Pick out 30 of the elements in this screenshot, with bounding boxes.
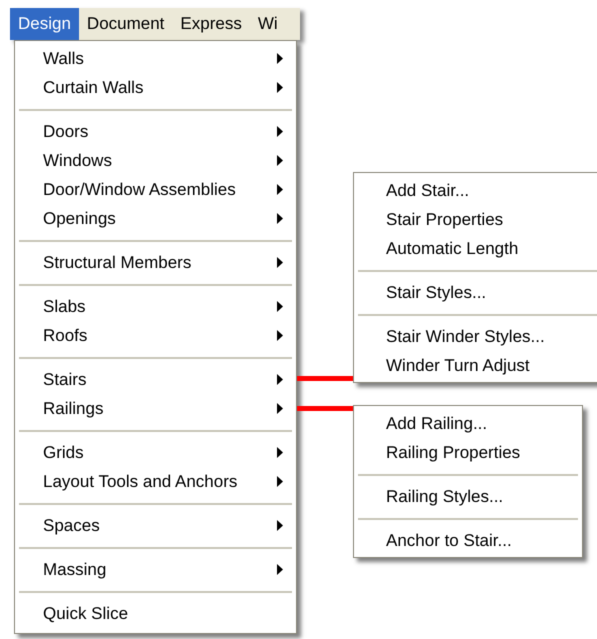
menu-item[interactable]: Stair Styles... <box>354 278 597 307</box>
menu-item[interactable]: Stairs <box>15 365 296 394</box>
menu-item[interactable]: Railing Styles... <box>354 482 582 511</box>
menu-item[interactable]: Walls <box>15 44 296 73</box>
menu-item[interactable]: Winder Turn Adjust <box>354 351 597 380</box>
menu-item[interactable]: Curtain Walls <box>15 73 296 102</box>
menu-item[interactable]: Anchor to Stair... <box>354 526 582 555</box>
menu-item[interactable]: Automatic Length <box>354 234 597 263</box>
menu-item[interactable]: Doors <box>15 117 296 146</box>
menu-item[interactable]: Layout Tools and Anchors <box>15 467 296 496</box>
menu-item[interactable]: Add Railing... <box>354 409 582 438</box>
menu-item[interactable]: Windows <box>15 146 296 175</box>
menu-item[interactable]: Structural Members <box>15 248 296 277</box>
menu-item[interactable]: Quick Slice <box>15 599 296 628</box>
menu-item[interactable]: Slabs <box>15 292 296 321</box>
menu-item[interactable]: Door/Window Assemblies <box>15 175 296 204</box>
menu-item[interactable]: Add Stair... <box>354 176 597 205</box>
menu-item[interactable]: Railing Properties <box>354 438 582 467</box>
menu-item[interactable]: Railings <box>15 394 296 423</box>
menu-bar-item[interactable]: Wi <box>250 8 286 40</box>
menu-item[interactable]: Stair Properties <box>354 205 597 234</box>
menu-bar-item[interactable]: Design <box>10 8 79 40</box>
menu-item[interactable]: Roofs <box>15 321 296 350</box>
menu-item[interactable]: Spaces <box>15 511 296 540</box>
menu-item[interactable]: Massing <box>15 555 296 584</box>
menu-item[interactable]: Openings <box>15 204 296 233</box>
menu-bar-item[interactable]: Document <box>78 8 172 40</box>
menu-item[interactable]: Grids <box>15 438 296 467</box>
menu-item[interactable]: Stair Winder Styles... <box>354 322 597 351</box>
menu-bar-item[interactable]: Express <box>172 8 250 40</box>
